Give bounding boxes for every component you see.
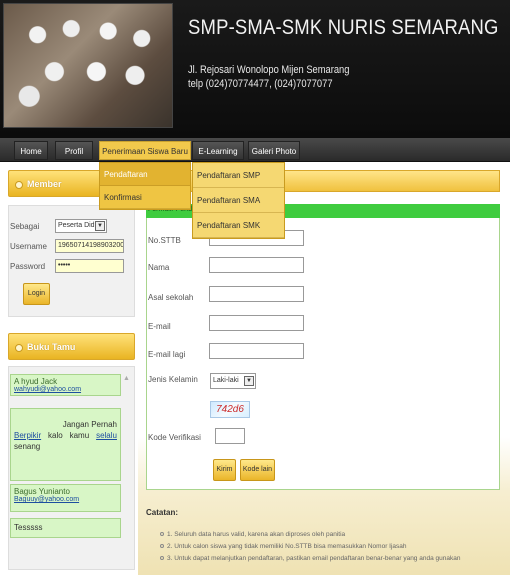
menu-item-konfirmasi[interactable]: Konfirmasi [100,186,190,209]
nav-home[interactable]: Home [14,141,48,160]
member-heading-label: Member [27,179,62,189]
guestbook-heading-label: Buku Tamu [27,342,76,352]
sebagai-value: Peserta Didik [58,222,100,229]
note-text: 1. Seluruh data harus valid, karena akan… [167,531,346,538]
note-item: 2. Untuk calon siswa yang tidak memiliki… [160,543,407,550]
bullet-icon [160,556,164,561]
site-header: SMP-SMA-SMK NURIS SEMARANG Jl. Rejosari … [0,0,510,138]
chevron-down-icon: ▼ [244,376,254,386]
msg-link[interactable]: Berpikir [14,431,41,440]
username-input[interactable]: 19650714198903200​8 [55,239,124,253]
bullet-icon [160,532,164,537]
notes-title: Catatan: [146,508,179,517]
note-item: 3. Untuk dapat melanjutkan pendaftaran, … [160,555,460,562]
header-photo [3,3,173,128]
field-label: Jenis Kelamin [148,375,198,384]
guestbook-entry-email[interactable]: Baguuy@yahoo.com [11,496,120,505]
menu-item-pendaftaran-sma[interactable]: Pendaftaran SMA [193,188,284,213]
scroll-up-icon[interactable]: ▲ [123,375,130,382]
menu-item-pendaftaran[interactable]: Pendaftaran [100,163,190,186]
msg-text: Jangan Pernah [62,420,117,429]
guestbook-entry-name: A hyud Jack [14,377,58,386]
dropdown-penerimaan: Pendaftaran Konfirmasi [99,162,191,210]
bullet-icon [15,343,23,352]
field-label: E-mail lagi [148,350,186,359]
note-text: 2. Untuk calon siswa yang tidak memiliki… [167,543,407,550]
field-label: E-mail [148,322,171,331]
menu-item-pendaftaran-smk[interactable]: Pendaftaran SMK [193,213,284,238]
sebagai-select[interactable]: Peserta Didik ▼ [55,219,107,233]
form-panel [146,204,500,490]
verif-label: Kode Verifikasi [148,433,201,442]
guestbook-entry-email[interactable]: wahyudi@yahoo.com [11,386,120,395]
chevron-down-icon: ▼ [95,221,105,231]
guestbook-entry: A hyud Jack wahyudi@yahoo.com [10,374,121,396]
guestbook-entry-name: Bagus Yunianto [14,487,70,496]
password-input[interactable]: ••••• [55,259,124,273]
nav-galeri-photo[interactable]: Galeri Photo [248,141,300,160]
email-confirm-input[interactable] [209,343,304,359]
kode-lain-button[interactable]: Kode lain [240,459,275,481]
password-label: Password [10,262,46,271]
main-nav: Home Profil Penerimaan Siswa Baru E-Lear… [0,138,510,162]
guestbook-entry: Tesssss [10,518,121,538]
note-item: 1. Seluruh data harus valid, karena akan… [160,531,345,538]
sebagai-label: Sebagai [10,222,40,231]
guestbook-entry: Bagus Yunianto Baguuy@yahoo.com [10,484,121,512]
site-title: SMP-SMA-SMK NURIS SEMARANG [188,16,499,39]
asal-sekolah-input[interactable] [209,286,304,302]
gender-select[interactable]: Laki-laki ▼ [210,373,256,389]
nav-e-learning[interactable]: E-Learning [192,141,244,160]
username-label: Username [10,242,47,251]
field-label: No.STTB [148,236,181,245]
bullet-icon [160,544,164,549]
site-phone: telp (024)70774477, (024)7077077 [188,78,333,90]
kirim-button[interactable]: Kirim [213,459,236,481]
note-text: 3. Untuk dapat melanjutkan pendaftaran, … [167,555,461,562]
field-label: Nama [148,263,170,272]
gender-value: Laki-laki [213,377,239,384]
guestbook-entry-message: Tesssss [14,523,43,532]
dropdown-pendaftaran: Pendaftaran SMP Pendaftaran SMA Pendafta… [192,162,285,239]
menu-item-pendaftaran-smp[interactable]: Pendaftaran SMP [193,163,284,188]
msg-link[interactable]: selalu [96,431,117,440]
bullet-icon [15,180,23,189]
msg-text: kalo kamu [48,431,90,440]
nav-penerimaan-siswa-baru[interactable]: Penerimaan Siswa Baru [99,141,191,160]
captcha-image: 742d6 [210,401,250,418]
verification-input[interactable] [215,428,245,444]
login-button[interactable]: Login [23,283,50,305]
guestbook-heading: Buku Tamu [8,333,135,360]
site-address: Jl. Rejosari Wonolopo Mijen Semarang [188,64,350,76]
guestbook-entry-message: Jangan Pernah Berpikir kalo kamu selalu … [11,409,120,456]
nav-profil[interactable]: Profil [55,141,93,160]
field-label: Asal sekolah [148,293,194,302]
nama-input[interactable] [209,257,304,273]
email-input[interactable] [209,315,304,331]
msg-text: senang [14,442,41,451]
guestbook-entry: Jangan Pernah Berpikir kalo kamu selalu … [10,408,121,481]
